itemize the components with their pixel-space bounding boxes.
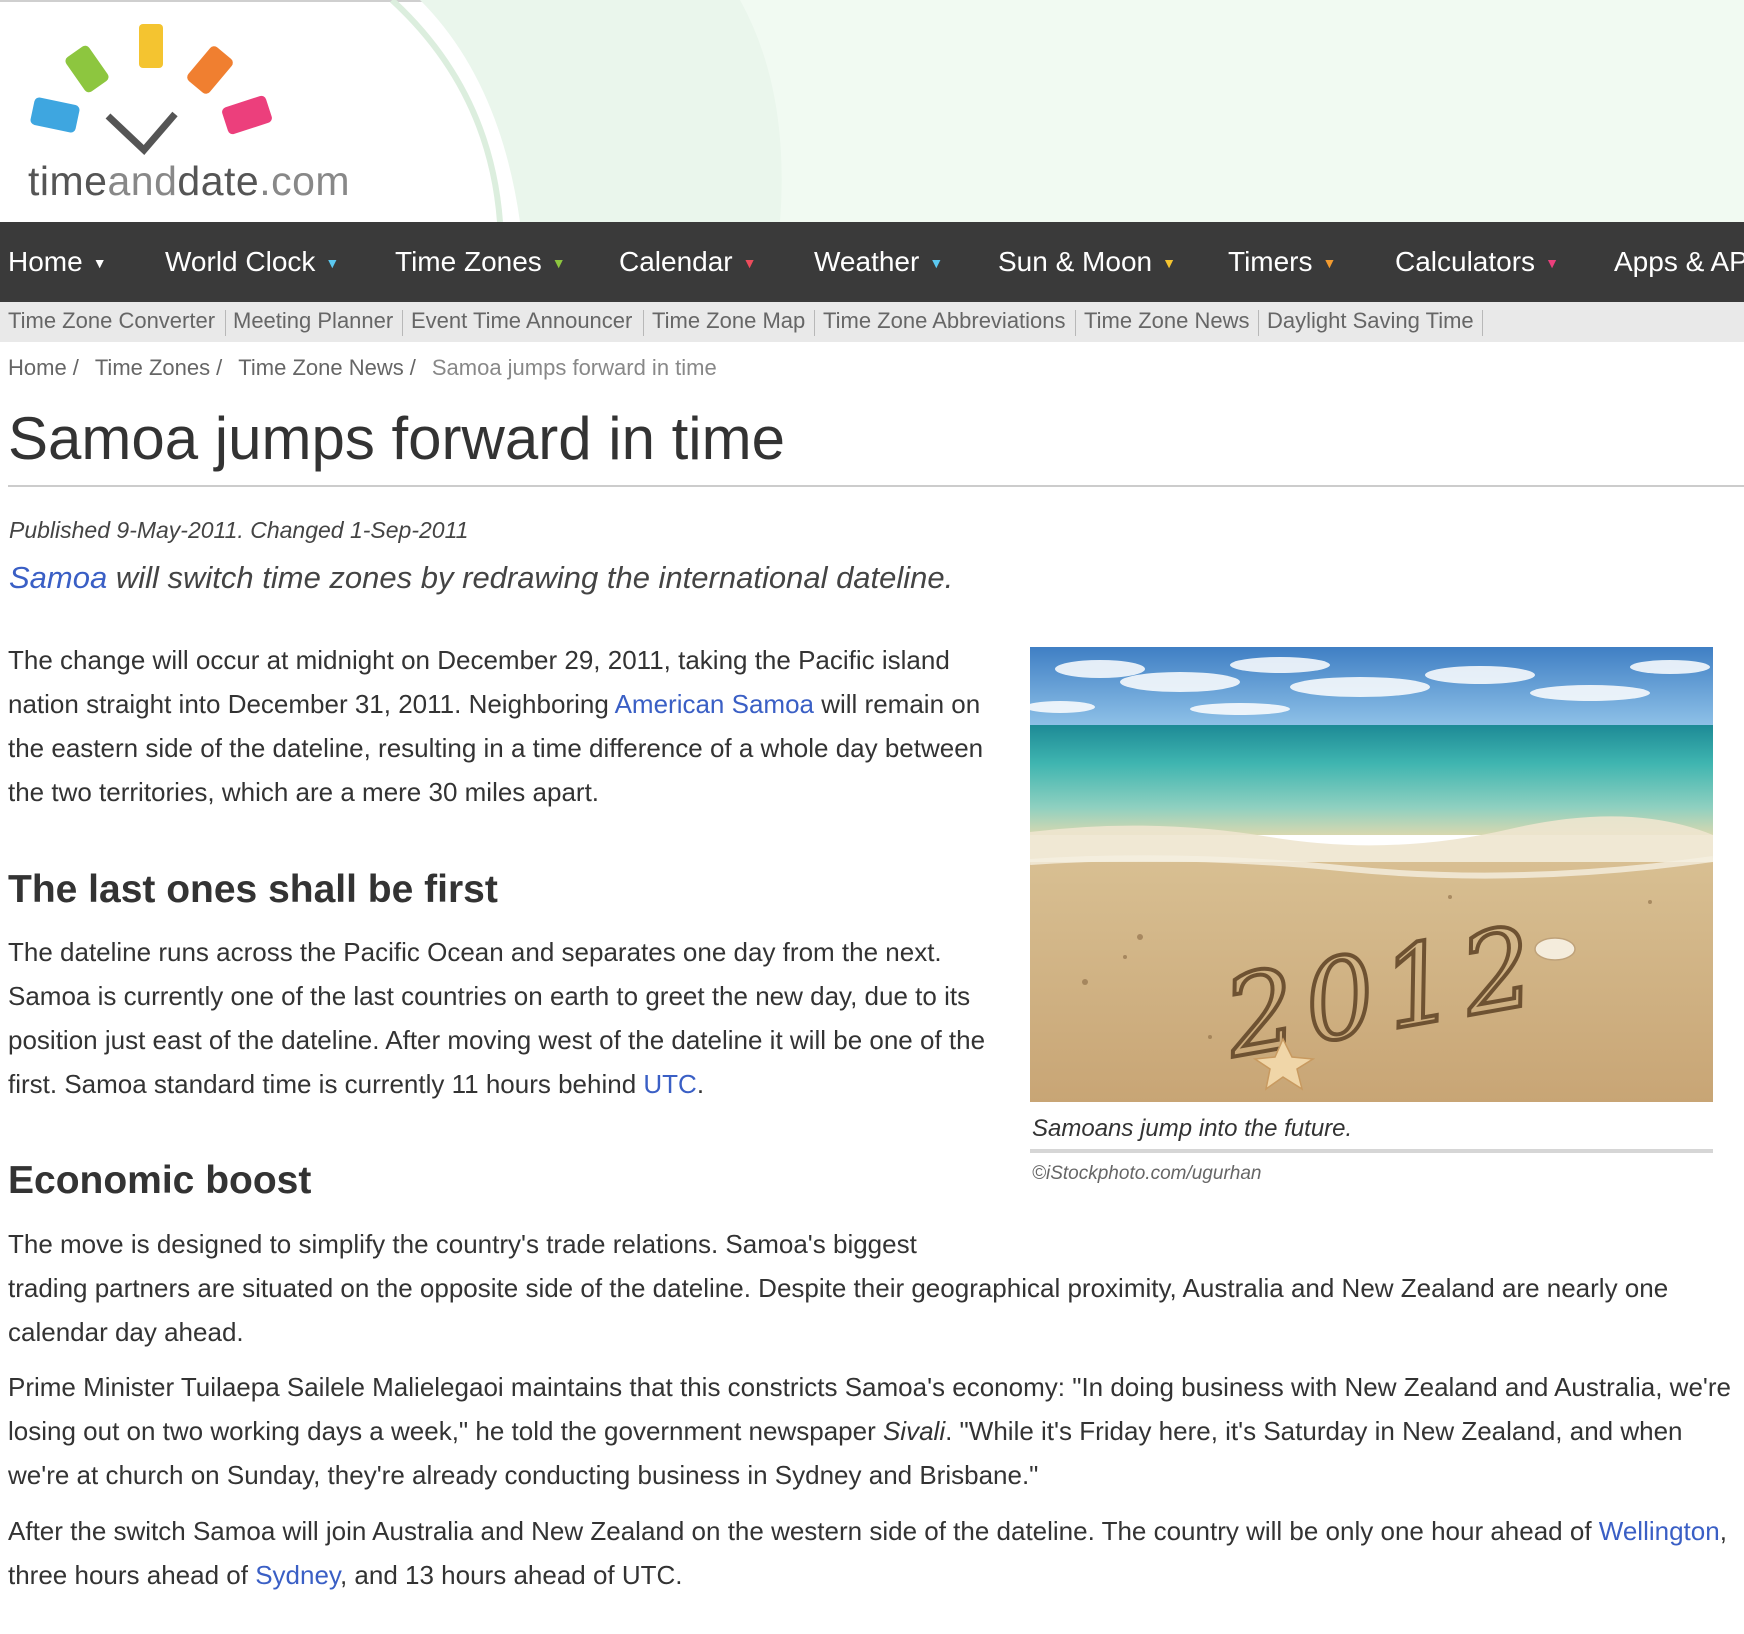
caret-down-icon: ▼ bbox=[1322, 255, 1337, 271]
paragraph-after-switch: After the switch Samoa will join Austral… bbox=[8, 1509, 1733, 1597]
nav-time-zones-label: Time Zones bbox=[395, 246, 542, 277]
caret-down-icon: ▼ bbox=[92, 255, 107, 271]
caret-down-icon: ▼ bbox=[742, 255, 757, 271]
breadcrumb-separator: / bbox=[409, 355, 416, 380]
subnav-daylight-saving-time[interactable]: Daylight Saving Time bbox=[1267, 302, 1474, 342]
subnav-divider bbox=[1482, 310, 1483, 336]
subnav-meeting-planner[interactable]: Meeting Planner bbox=[233, 302, 393, 342]
heading-economic-boost: Economic boost bbox=[8, 1159, 312, 1202]
subnav-divider bbox=[643, 310, 644, 336]
caret-down-icon: ▼ bbox=[1162, 255, 1176, 271]
breadcrumb-home[interactable]: Home bbox=[8, 355, 67, 380]
p2-text-b: . bbox=[696, 1069, 705, 1099]
subnav-divider bbox=[402, 310, 403, 336]
logo-text-time: time bbox=[28, 158, 108, 204]
site-header: timeanddate.com bbox=[0, 0, 1744, 222]
clock-logo-icon bbox=[30, 24, 272, 156]
breadcrumb-current: Samoa jumps forward in time bbox=[431, 355, 717, 380]
nav-sun-moon[interactable]: Sun & Moon ▼ bbox=[998, 222, 1176, 302]
subnav-time-zone-news[interactable]: Time Zone News bbox=[1084, 302, 1249, 342]
logo-text-and: and bbox=[107, 158, 178, 204]
link-samoa[interactable]: Samoa bbox=[9, 560, 107, 595]
caret-down-icon: ▼ bbox=[1545, 255, 1559, 271]
site-logo[interactable]: timeanddate.com bbox=[0, 0, 400, 222]
nav-world-clock[interactable]: World Clock ▼ bbox=[165, 222, 339, 302]
nav-home[interactable]: Home ▼ bbox=[8, 222, 107, 302]
p3-text-a: The move is designed to simplify the cou… bbox=[8, 1229, 917, 1259]
subnav-time-zone-abbreviations[interactable]: Time Zone Abbreviations bbox=[823, 302, 1066, 342]
breadcrumb-separator: / bbox=[216, 355, 223, 380]
caret-down-icon: ▼ bbox=[929, 255, 944, 271]
breadcrumb-time-zones[interactable]: Time Zones bbox=[95, 355, 210, 380]
nav-timers[interactable]: Timers ▼ bbox=[1228, 222, 1336, 302]
nav-calendar-label: Calendar bbox=[619, 246, 733, 277]
caret-down-icon: ▼ bbox=[325, 255, 340, 271]
caption-divider bbox=[1030, 1149, 1713, 1153]
paragraph-trade: The move is designed to simplify the cou… bbox=[8, 1222, 1723, 1354]
paragraph-prime-minister: Prime Minister Tuilaepa Sailele Malieleg… bbox=[8, 1365, 1733, 1497]
nav-weather-label: Weather bbox=[814, 246, 920, 277]
nav-weather[interactable]: Weather ▼ bbox=[814, 222, 943, 302]
link-sydney[interactable]: Sydney bbox=[255, 1560, 340, 1590]
logo-text-com: .com bbox=[259, 158, 351, 204]
p5-text-a: After the switch Samoa will join Austral… bbox=[8, 1516, 1599, 1546]
paragraph-dateline: The dateline runs across the Pacific Oce… bbox=[8, 930, 1008, 1106]
page-title: Samoa jumps forward in time bbox=[8, 405, 785, 472]
photo-credit: ©iStockphoto.com/ugurhan bbox=[1032, 1163, 1262, 1184]
subnav-divider bbox=[814, 310, 815, 336]
p3-text-b: trading partners are situated on the opp… bbox=[8, 1273, 1669, 1347]
breadcrumb-time-zone-news[interactable]: Time Zone News bbox=[238, 355, 403, 380]
breadcrumb: Home / Time Zones / Time Zone News / Samoa jum… bbox=[8, 355, 717, 381]
subnav-divider bbox=[1075, 310, 1076, 336]
nav-timers-label: Timers bbox=[1228, 246, 1313, 277]
figure-caption: Samoans jump into the future. bbox=[1032, 1115, 1353, 1142]
published-date: Published 9-May-2011. Changed 1-Sep-2011 bbox=[9, 517, 469, 543]
nav-calculators[interactable]: Calculators ▼ bbox=[1395, 222, 1559, 302]
heading-last-ones-first: The last ones shall be first bbox=[8, 868, 498, 911]
beach-photo: 2012 bbox=[1030, 647, 1713, 1102]
nav-sun-moon-label: Sun & Moon bbox=[998, 246, 1153, 277]
nav-calculators-label: Calculators bbox=[1395, 246, 1536, 277]
nav-calendar[interactable]: Calendar ▼ bbox=[619, 222, 757, 302]
nav-apps-api[interactable]: Apps & AP bbox=[1614, 222, 1744, 302]
p2-text-a: The dateline runs across the Pacific Oce… bbox=[8, 937, 986, 1099]
nav-apps-api-label: Apps & AP bbox=[1614, 246, 1744, 277]
link-wellington[interactable]: Wellington bbox=[1599, 1516, 1720, 1546]
article-figure: 2012 Samoans jump into the future. ©iSto… bbox=[1030, 647, 1713, 1184]
lead-text: will switch time zones by redrawing the … bbox=[107, 560, 954, 595]
breadcrumb-separator: / bbox=[72, 355, 79, 380]
title-divider bbox=[8, 485, 1744, 487]
subnav-divider bbox=[1258, 310, 1259, 336]
nav-home-label: Home bbox=[8, 246, 83, 277]
sub-navigation: Time Zone Converter Meeting Planner Even… bbox=[0, 302, 1744, 342]
caret-down-icon: ▼ bbox=[551, 255, 566, 271]
subnav-divider bbox=[225, 310, 226, 336]
subnav-time-zone-map[interactable]: Time Zone Map bbox=[652, 302, 805, 342]
subnav-time-zone-converter[interactable]: Time Zone Converter bbox=[8, 302, 215, 342]
logo-wordmark: timeanddate.com bbox=[28, 158, 350, 205]
logo-text-date: date bbox=[177, 158, 260, 204]
link-american-samoa[interactable]: American Samoa bbox=[615, 689, 814, 719]
newspaper-name: Sivali bbox=[882, 1416, 946, 1446]
subnav-event-time-announcer[interactable]: Event Time Announcer bbox=[411, 302, 632, 342]
nav-world-clock-label: World Clock bbox=[165, 246, 316, 277]
main-navigation: Home ▼ World Clock ▼ Time Zones ▼ Calendar ▼… bbox=[0, 222, 1744, 302]
nav-time-zones[interactable]: Time Zones ▼ bbox=[395, 222, 566, 302]
link-utc[interactable]: UTC bbox=[643, 1069, 696, 1099]
paragraph-intro: The change will occur at midnight on Dec… bbox=[8, 638, 1008, 814]
p5-text-c: , and 13 hours ahead of UTC. bbox=[339, 1560, 683, 1590]
article-lead: Samoa will switch time zones by redrawin… bbox=[9, 560, 953, 596]
